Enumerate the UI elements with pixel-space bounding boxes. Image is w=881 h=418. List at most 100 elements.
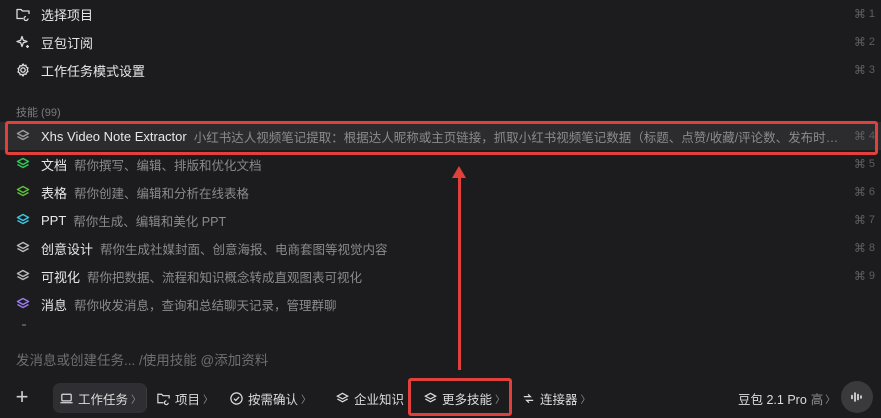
skill-item[interactable]: 文档 帮你撰写、编辑、排版和优化文档 ⌘ 5	[0, 150, 881, 178]
menu-item[interactable]: 豆包订阅 ⌘ 2	[0, 28, 881, 56]
shortcut-hint: ⌘ 6	[854, 178, 875, 206]
confirm-mode-label: 按需确认	[248, 392, 299, 407]
skill-title: Xhs Video Note Extractor	[41, 128, 187, 144]
sparkle-icon	[14, 33, 32, 51]
shortcut-hint: ⌘ 7	[854, 206, 875, 234]
skill-description: 帮你生成、编辑和美化 PPT	[73, 214, 227, 229]
enterprise-knowledge-button[interactable]: 企业知识	[329, 383, 410, 413]
skill-item[interactable]: 可视化 帮你把数据、流程和知识概念转成直观图表可视化 ⌘ 9	[0, 262, 881, 290]
shortcut-key: 4	[868, 130, 875, 142]
layers-gray-icon	[14, 239, 32, 257]
enterprise-knowledge-label: 企业知识	[354, 392, 405, 407]
layers-icon	[336, 392, 349, 402]
work-task-button[interactable]: 工作任务 〉	[53, 383, 148, 413]
shortcut-hint: ⌘ 8	[854, 234, 875, 262]
shortcut-key: 6	[868, 186, 875, 198]
skill-description: 帮你撰写、编辑、排版和优化文档	[74, 158, 262, 173]
model-selector[interactable]: 豆包 2.1 Pro 高 〉	[738, 383, 835, 413]
skill-item[interactable]: Xhs Video Note Extractor 小红书达人视频笔记提取：根据达人…	[0, 122, 881, 150]
command-key-icon: ⌘	[853, 185, 866, 199]
top-menu: 选择项目 ⌘ 1 豆包订阅 ⌘ 2 工作任务模式设置 ⌘ 3	[0, 0, 881, 84]
annotation-arrow-head	[452, 166, 466, 178]
chevron-right-icon: 〉	[580, 394, 591, 406]
shortcut-hint: ⌘ 9	[854, 262, 875, 290]
skill-title: 消息	[41, 297, 68, 313]
annotation-arrow	[458, 172, 461, 370]
skill-title: 文档	[41, 157, 68, 173]
layers-green-icon	[14, 155, 32, 173]
more-skills-label: 更多技能	[442, 392, 493, 407]
divider	[146, 388, 147, 408]
layers-gray-icon	[14, 267, 32, 285]
command-key-icon: ⌘	[853, 7, 866, 21]
skill-description: 帮你把数据、流程和知识概念转成直观图表可视化	[87, 270, 363, 285]
menu-item[interactable]: 工作任务模式设置 ⌘ 3	[0, 56, 881, 84]
gear-icon	[14, 61, 32, 79]
command-key-icon: ⌘	[853, 129, 866, 143]
layers-purple-icon	[14, 295, 32, 313]
check-circle-icon	[230, 391, 243, 405]
skill-title: 创意设计	[41, 241, 94, 257]
model-level: 高	[810, 392, 824, 407]
skill-description: 帮你创建、编辑和分析在线表格	[74, 186, 250, 201]
shortcut-hint: ⌘ 1	[854, 0, 875, 28]
layers-gray-icon	[14, 127, 32, 145]
chevron-right-icon: 〉	[825, 394, 836, 406]
command-key-icon: ⌘	[853, 241, 866, 255]
folder-sync-icon	[14, 5, 32, 23]
project-label: 项目	[175, 392, 201, 407]
add-button[interactable]: +	[12, 386, 32, 408]
command-key-icon: ⌘	[853, 269, 866, 283]
layers-cyan-icon	[14, 211, 32, 229]
confirm-mode-button[interactable]: 按需确认 〉	[223, 383, 317, 413]
skill-description: 帮你生成社媒封面、创意海报、电商套图等视觉内容	[100, 242, 388, 257]
waveform-icon	[851, 392, 862, 402]
more-skills-button[interactable]: 更多技能 〉	[417, 383, 511, 413]
skill-description: 帮你收发消息，查询和总结聊天记录，管理群聊	[74, 298, 337, 313]
shortcut-key: 8	[868, 242, 875, 254]
menu-item-label: 选择项目	[41, 7, 94, 23]
command-menu: 选择项目 ⌘ 1 豆包订阅 ⌘ 2 工作任务模式设置 ⌘ 3	[0, 0, 881, 84]
connector-label: 连接器	[540, 392, 578, 407]
shortcut-key: 7	[868, 214, 875, 226]
shortcut-key: 1	[868, 8, 875, 20]
command-key-icon: ⌘	[853, 157, 866, 171]
layers-green-icon	[14, 183, 32, 201]
shortcut-key: 5	[868, 158, 875, 170]
skill-title: PPT	[41, 212, 67, 228]
shortcut-key: 3	[868, 64, 875, 76]
shortcut-key: 9	[868, 270, 875, 282]
skill-item[interactable]: PPT 帮你生成、编辑和美化 PPT ⌘ 7	[0, 206, 881, 234]
menu-item[interactable]: 选择项目 ⌘ 1	[0, 0, 881, 28]
chevron-right-icon: 〉	[301, 394, 312, 406]
connector-button[interactable]: 连接器 〉	[515, 383, 597, 413]
connector-icon	[523, 393, 534, 403]
skill-item[interactable]: 表格 帮你创建、编辑和分析在线表格 ⌘ 6	[0, 178, 881, 206]
shortcut-hint: ⌘ 5	[854, 150, 875, 178]
skill-item[interactable]: 消息 帮你收发消息，查询和总结聊天记录，管理群聊	[0, 290, 881, 318]
shortcut-hint: ⌘ 2	[854, 28, 875, 56]
chevron-right-icon: 〉	[495, 394, 506, 406]
skill-description: 小红书达人视频笔记提取：根据达人昵称或主页链接，抓取小红书视频笔记数据（标题、点…	[193, 130, 844, 145]
shortcut-hint: ⌘ 3	[854, 56, 875, 84]
message-input[interactable]: 发消息或创建任务... /使用技能 @添加资料	[16, 349, 268, 369]
scroll-fade	[22, 324, 26, 326]
command-key-icon: ⌘	[853, 213, 866, 227]
project-button[interactable]: 项目 〉	[150, 383, 219, 413]
menu-item-label: 豆包订阅	[41, 35, 94, 51]
skill-title: 表格	[41, 185, 68, 201]
skills-section-label: 技能 (99)	[16, 107, 61, 119]
skill-item[interactable]: 创意设计 帮你生成社媒封面、创意海报、电商套图等视觉内容 ⌘ 8	[0, 234, 881, 262]
command-key-icon: ⌘	[853, 35, 866, 49]
work-task-label: 工作任务	[78, 392, 129, 407]
folder-sync-icon	[157, 393, 170, 405]
voice-button[interactable]	[841, 381, 873, 413]
skills-list: Xhs Video Note Extractor 小红书达人视频笔记提取：根据达人…	[0, 122, 881, 318]
shortcut-key: 2	[868, 36, 875, 48]
layers-icon	[424, 392, 437, 402]
laptop-icon	[60, 393, 73, 403]
skill-title: 可视化	[41, 269, 81, 285]
chevron-right-icon: 〉	[203, 394, 214, 406]
menu-item-label: 工作任务模式设置	[41, 63, 146, 79]
shortcut-hint: ⌘ 4	[854, 122, 875, 150]
